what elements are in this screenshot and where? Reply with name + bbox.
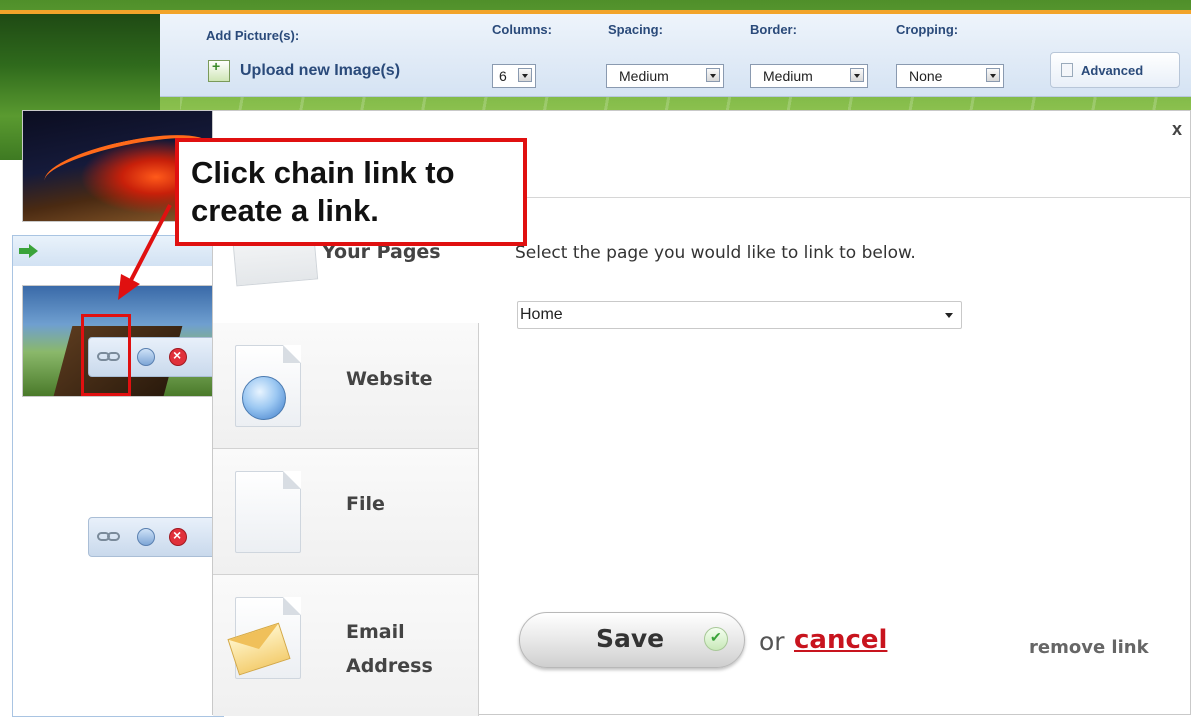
annotation-arrow bbox=[118, 204, 172, 300]
